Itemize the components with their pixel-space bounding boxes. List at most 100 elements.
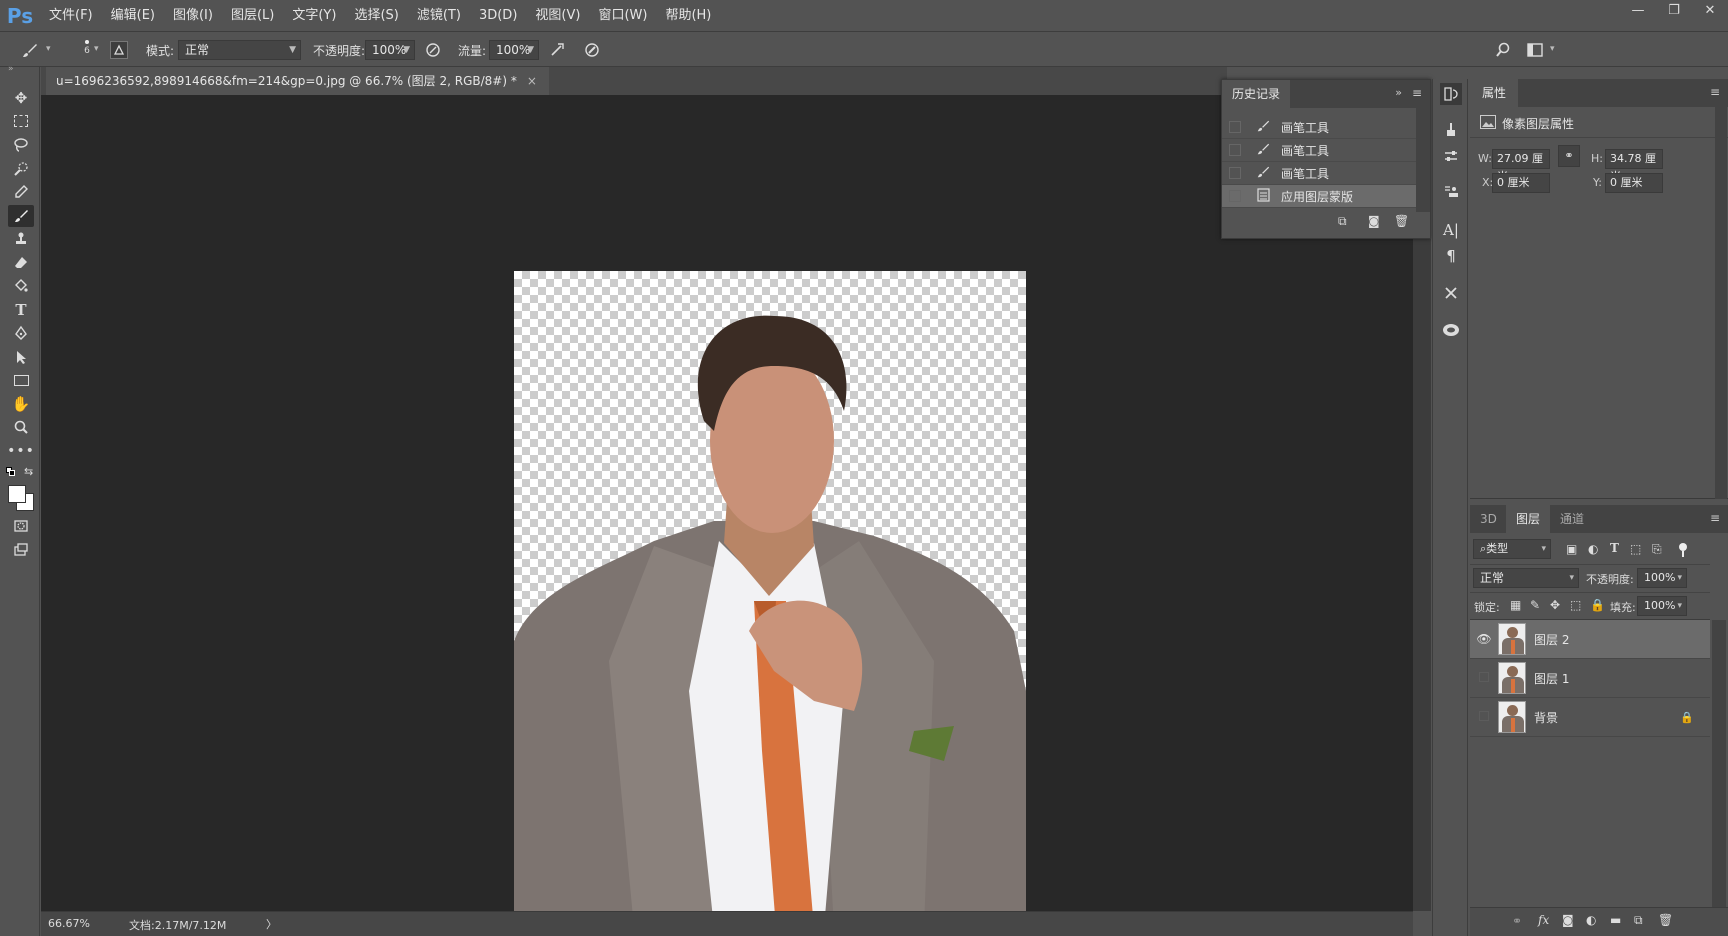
document-tab[interactable]: u=1696236592,898914668&fm=214&gp=0.jpg @… xyxy=(46,67,549,95)
layer-name[interactable]: 图层 1 xyxy=(1534,670,1569,687)
swap-colors-icon[interactable]: ⇆ xyxy=(24,465,33,478)
mode-select[interactable]: 正常 ▼ xyxy=(178,40,301,60)
layer-name[interactable]: 图层 2 xyxy=(1534,631,1569,648)
history-panel-icon[interactable] xyxy=(1440,83,1462,105)
layer-opacity-input[interactable]: 100% ▾ xyxy=(1637,568,1687,588)
pressure-opacity-icon[interactable] xyxy=(423,40,443,60)
pressure-size-icon[interactable] xyxy=(582,40,602,60)
visibility-toggle[interactable] xyxy=(1470,710,1498,724)
snapshot-checkbox[interactable] xyxy=(1229,144,1241,156)
menu-file[interactable]: 文件(F) xyxy=(40,0,102,31)
eraser-tool-icon[interactable] xyxy=(8,252,34,274)
layer-row-background[interactable]: 背景 🔒 xyxy=(1470,698,1710,737)
menu-image[interactable]: 图像(I) xyxy=(164,0,222,31)
close-tab-button[interactable]: × xyxy=(527,74,537,88)
brush-panel-toggle-icon[interactable] xyxy=(110,41,128,59)
chevron-down-icon[interactable]: ▾ xyxy=(46,44,51,54)
menu-view[interactable]: 视图(V) xyxy=(526,0,589,31)
lock-artboard-icon[interactable]: ⬚ xyxy=(1570,598,1581,612)
lock-position-icon[interactable]: ✥ xyxy=(1550,598,1560,612)
screen-mode-icon[interactable] xyxy=(8,539,34,561)
type-tool-icon[interactable]: T xyxy=(8,299,34,321)
menu-window[interactable]: 窗口(W) xyxy=(589,0,656,31)
link-icon[interactable]: ⚭ xyxy=(1558,145,1580,167)
properties-scrollbar[interactable] xyxy=(1715,107,1727,499)
add-mask-icon[interactable]: ◙ xyxy=(1562,913,1574,927)
restore-button[interactable]: ❐ xyxy=(1656,0,1692,20)
snapshot-checkbox[interactable] xyxy=(1229,121,1241,133)
canvas-area[interactable] xyxy=(41,95,1413,928)
stamp-tool-icon[interactable] xyxy=(8,228,34,250)
menu-3d[interactable]: 3D(D) xyxy=(470,0,526,31)
character-panel-icon[interactable]: A| xyxy=(1440,219,1462,241)
search-icon[interactable] xyxy=(1493,40,1513,60)
height-input[interactable]: 34.78 厘米 xyxy=(1605,149,1663,183)
layers-scrollbar[interactable] xyxy=(1712,620,1726,907)
history-scrollbar[interactable] xyxy=(1416,108,1430,212)
properties-tab[interactable]: 属性 xyxy=(1470,79,1519,107)
x-input[interactable]: 0 厘米 xyxy=(1492,173,1550,193)
filter-type-icon[interactable]: T xyxy=(1610,541,1619,555)
tab-3d[interactable]: 3D xyxy=(1470,505,1507,533)
fill-input[interactable]: 100% ▾ xyxy=(1637,596,1687,616)
brush-size-preview[interactable]: 6 xyxy=(80,38,94,62)
expand-icon[interactable]: » xyxy=(8,64,14,74)
layer-row-layer-1[interactable]: 图层 1 xyxy=(1470,659,1710,698)
pen-tool-icon[interactable] xyxy=(8,322,34,344)
y-input[interactable]: 0 厘米 xyxy=(1605,173,1663,193)
trash-icon[interactable]: 🗑 xyxy=(1658,913,1673,927)
lock-pixels-icon[interactable]: ✎ xyxy=(1530,598,1540,612)
menu-filter[interactable]: 滤镜(T) xyxy=(408,0,470,31)
chevron-down-icon[interactable]: ▾ xyxy=(94,44,99,54)
panel-menu-icon[interactable]: ≡ xyxy=(1710,511,1720,525)
blend-mode-select[interactable]: 正常 ▾ xyxy=(1473,568,1579,588)
eye-icon[interactable]: 👁 xyxy=(1470,632,1498,646)
snapshot-checkbox[interactable] xyxy=(1229,167,1241,179)
trash-icon[interactable]: 🗑 xyxy=(1394,214,1409,228)
filter-adjustment-icon[interactable]: ◐ xyxy=(1588,542,1598,556)
path-select-tool-icon[interactable] xyxy=(8,346,34,368)
tool-presets-icon[interactable] xyxy=(1440,282,1462,304)
filter-toggle-icon[interactable] xyxy=(1679,543,1687,557)
link-layers-icon[interactable]: ⚭ xyxy=(1512,914,1522,928)
marquee-tool-icon[interactable] xyxy=(8,110,34,132)
brush-preset-icon[interactable] xyxy=(20,40,40,60)
libraries-icon[interactable] xyxy=(1440,319,1462,341)
menu-type[interactable]: 文字(Y) xyxy=(283,0,345,31)
brush-tool-icon[interactable] xyxy=(8,205,34,227)
tab-layers[interactable]: 图层 xyxy=(1506,505,1551,533)
history-item[interactable]: 画笔工具 xyxy=(1222,162,1416,185)
default-colors-icon[interactable] xyxy=(6,467,16,477)
menu-help[interactable]: 帮助(H) xyxy=(656,0,720,31)
lock-transparent-icon[interactable]: ▦ xyxy=(1510,598,1521,612)
menu-edit[interactable]: 编辑(E) xyxy=(102,0,164,31)
filter-pixel-icon[interactable]: ▣ xyxy=(1566,542,1577,556)
document-image[interactable] xyxy=(514,271,1026,928)
quick-select-tool-icon[interactable] xyxy=(8,158,34,180)
history-tab[interactable]: 历史记录 xyxy=(1222,80,1291,108)
workspace-icon[interactable] xyxy=(1525,40,1545,60)
eyedropper-tool-icon[interactable] xyxy=(8,181,34,203)
adjustments-icon[interactable] xyxy=(1440,145,1462,167)
chevron-down-icon[interactable]: ▾ xyxy=(1550,44,1555,54)
move-tool-icon[interactable]: ✥ xyxy=(8,87,34,109)
color-swatches[interactable] xyxy=(8,485,36,513)
lock-all-icon[interactable]: 🔒 xyxy=(1590,598,1605,612)
opacity-input[interactable]: 100% ▼ xyxy=(365,40,415,60)
menu-layer[interactable]: 图层(L) xyxy=(222,0,283,31)
rectangle-tool-icon[interactable] xyxy=(8,369,34,391)
new-adjustment-icon[interactable]: ◐ xyxy=(1586,913,1596,927)
airbrush-icon[interactable] xyxy=(547,40,567,60)
tab-channels[interactable]: 通道 xyxy=(1550,505,1594,533)
menu-select[interactable]: 选择(S) xyxy=(345,0,407,31)
new-document-from-state-icon[interactable]: ⧉ xyxy=(1338,214,1347,229)
hand-tool-icon[interactable]: ✋ xyxy=(8,393,34,415)
flow-input[interactable]: 100% ▼ xyxy=(489,40,539,60)
history-item-selected[interactable]: 应用图层蒙版 xyxy=(1222,185,1416,208)
filter-shape-icon[interactable]: ⬚ xyxy=(1630,542,1641,556)
panel-menu-icon[interactable]: ≡ xyxy=(1710,85,1720,99)
new-group-icon[interactable]: ▬ xyxy=(1610,913,1621,927)
panel-menu-icon[interactable]: ≡ xyxy=(1412,86,1422,100)
minimize-button[interactable]: — xyxy=(1620,0,1656,20)
layer-row-layer-2[interactable]: 👁 图层 2 xyxy=(1470,620,1710,659)
